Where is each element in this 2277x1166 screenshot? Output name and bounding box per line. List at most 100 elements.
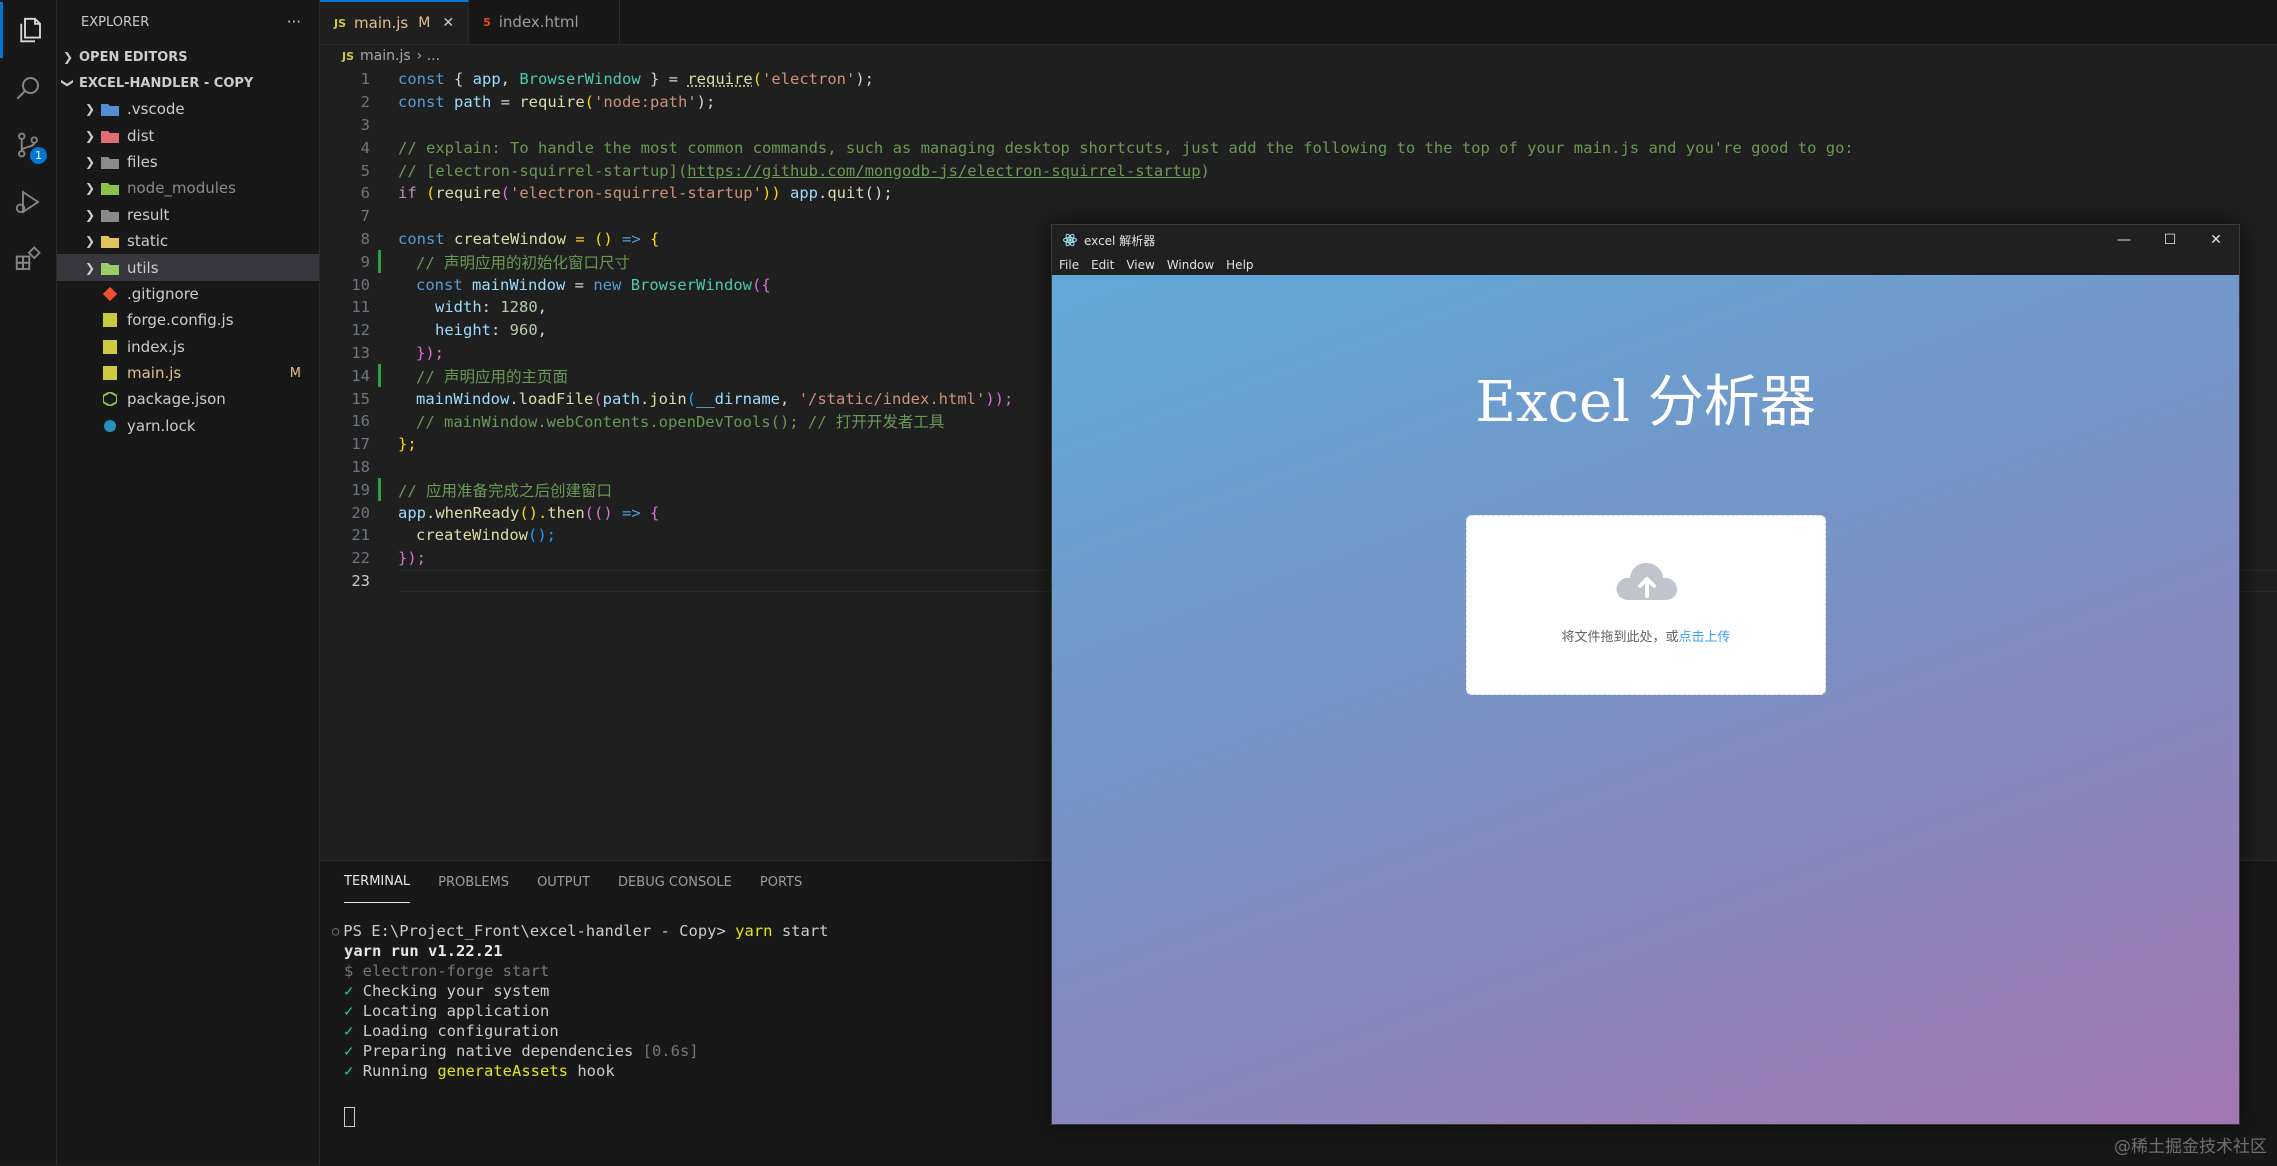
code-token: :: [491, 321, 510, 339]
code-token: __dirname: [696, 390, 780, 408]
code-comment: ): [1201, 162, 1210, 180]
app-title: excel 解析器: [1084, 232, 1155, 249]
tab-main-js[interactable]: JS main.js M ✕: [320, 0, 469, 44]
menu-edit[interactable]: Edit: [1091, 258, 1114, 272]
code-link[interactable]: https://github.com/mongodb-js/electron-s…: [687, 162, 1200, 180]
code-token: .: [818, 184, 827, 202]
code-token: ();: [528, 526, 556, 544]
tab-ports[interactable]: PORTS: [760, 861, 802, 903]
menu-file[interactable]: File: [1059, 258, 1079, 272]
code-token: :: [482, 298, 501, 316]
breadcrumb-separator[interactable]: › ...: [417, 48, 440, 64]
code-token: app: [398, 504, 426, 522]
tab-output[interactable]: OUTPUT: [537, 861, 590, 903]
explorer-sidebar: EXPLORER ··· ❯ OPEN EDITORS ❯ EXCEL-HAND…: [57, 0, 320, 1165]
line-number: 14: [320, 367, 398, 385]
tree-folder-result[interactable]: ❯ result: [57, 202, 319, 228]
minimize-button[interactable]: —: [2101, 225, 2147, 255]
tree-file-package-json[interactable]: package.json: [57, 386, 319, 412]
open-editors-section[interactable]: ❯ OPEN EDITORS: [57, 44, 319, 70]
maximize-button[interactable]: ☐: [2147, 225, 2193, 255]
line-number: 15: [320, 390, 398, 408]
code-token: app: [473, 70, 501, 88]
line-number: 11: [320, 298, 398, 316]
page-title: Excel 分析器: [1052, 357, 2239, 438]
explorer-icon[interactable]: [0, 2, 56, 58]
run-debug-icon[interactable]: [0, 174, 56, 230]
terminal-text: hook: [568, 1062, 615, 1080]
code-token: 960: [510, 321, 538, 339]
code-comment: // [electron-squirrel-startup](: [398, 162, 687, 180]
upload-click-link[interactable]: 点击上传: [1679, 630, 1731, 645]
code-token: =: [565, 276, 593, 294]
tree-file-gitignore[interactable]: .gitignore: [57, 281, 319, 307]
tree-folder-static[interactable]: ❯ static: [57, 228, 319, 254]
terminal-line: ✓ Checking your system: [344, 981, 829, 1001]
chevron-right-icon: ❯: [79, 234, 101, 248]
extensions-icon[interactable]: [0, 231, 56, 287]
tab-index-html[interactable]: 5 index.html: [469, 0, 620, 44]
project-section[interactable]: ❯ EXCEL-HANDLER - COPY: [57, 70, 319, 96]
app-title-bar[interactable]: excel 解析器 — ☐ ✕: [1052, 225, 2239, 255]
tab-debug-console[interactable]: DEBUG CONSOLE: [618, 861, 732, 903]
close-icon[interactable]: ✕: [442, 15, 454, 31]
terminal[interactable]: ○ PS E:\Project_Front\excel-handler - Cop…: [344, 921, 829, 1127]
chevron-right-icon: ❯: [79, 129, 101, 143]
modified-badge: M: [418, 15, 430, 31]
chevron-right-icon: ❯: [57, 50, 79, 64]
code-token: ((): [585, 504, 622, 522]
tree-file-yarn-lock[interactable]: yarn.lock: [57, 413, 319, 439]
line-number: 19: [320, 481, 398, 499]
terminal-cursor: [344, 1107, 355, 1127]
tree-item-label: index.js: [127, 338, 185, 356]
menu-view[interactable]: View: [1126, 258, 1154, 272]
menu-help[interactable]: Help: [1226, 258, 1253, 272]
line-number: 20: [320, 504, 398, 522]
tree-folder-files[interactable]: ❯ files: [57, 149, 319, 175]
tree-folder-vscode[interactable]: ❯ .vscode: [57, 96, 319, 122]
tab-label: index.html: [499, 13, 579, 31]
tree-folder-dist[interactable]: ❯ dist: [57, 122, 319, 148]
activity-bar: 1: [0, 0, 57, 1165]
code-token: join: [649, 390, 686, 408]
line-number: 7: [320, 207, 398, 225]
tree-folder-utils[interactable]: ❯ utils: [57, 254, 319, 280]
check-icon: ✓: [344, 982, 353, 1000]
electron-app-window: excel 解析器 — ☐ ✕ File Edit View Window He…: [1051, 224, 2240, 1125]
code-token: quit: [827, 184, 864, 202]
gutter-modified-marker: [378, 364, 381, 387]
terminal-line: ○ PS E:\Project_Front\excel-handler - Cop…: [332, 921, 829, 941]
tree-file-main-js[interactable]: main.js M: [57, 360, 319, 386]
tab-terminal[interactable]: TERMINAL: [344, 861, 410, 903]
tree-file-index-js[interactable]: index.js: [57, 334, 319, 360]
code-token: ,: [501, 70, 520, 88]
code-token: (: [593, 390, 602, 408]
tree-folder-node-modules[interactable]: ❯ node_modules: [57, 175, 319, 201]
line-number: 1: [320, 70, 398, 88]
tree-file-forge-config[interactable]: forge.config.js: [57, 307, 319, 333]
code-comment: // 应用准备完成之后创建窗口: [398, 479, 612, 501]
search-icon[interactable]: [0, 60, 56, 116]
tree-item-label: files: [127, 153, 158, 171]
source-control-icon[interactable]: 1: [0, 117, 56, 173]
tree-item-label: .vscode: [127, 100, 185, 118]
more-actions-icon[interactable]: ···: [287, 13, 301, 31]
menu-window[interactable]: Window: [1167, 258, 1214, 272]
tree-item-label: static: [127, 232, 168, 250]
upload-hint-text: 将文件拖到此处，或: [1561, 630, 1678, 645]
code-token: ();: [865, 184, 893, 202]
code-token: ,: [538, 298, 547, 316]
close-window-button[interactable]: ✕: [2193, 225, 2239, 255]
line-number: 23: [320, 572, 398, 590]
code-token: {: [641, 504, 660, 522]
tab-problems[interactable]: PROBLEMS: [438, 861, 509, 903]
code-token: (: [585, 93, 594, 111]
terminal-line: $ electron-forge start: [344, 961, 829, 981]
breadcrumb-file[interactable]: main.js: [360, 48, 411, 64]
gutter-modified-marker: [378, 250, 381, 273]
upload-dropzone[interactable]: 将文件拖到此处，或点击上传: [1466, 515, 1826, 695]
line-number: 3: [320, 116, 398, 134]
tree-item-label: node_modules: [127, 179, 236, 197]
js-file-icon: JS: [342, 50, 354, 63]
terminal-line: ✓ Loading configuration: [344, 1021, 829, 1041]
